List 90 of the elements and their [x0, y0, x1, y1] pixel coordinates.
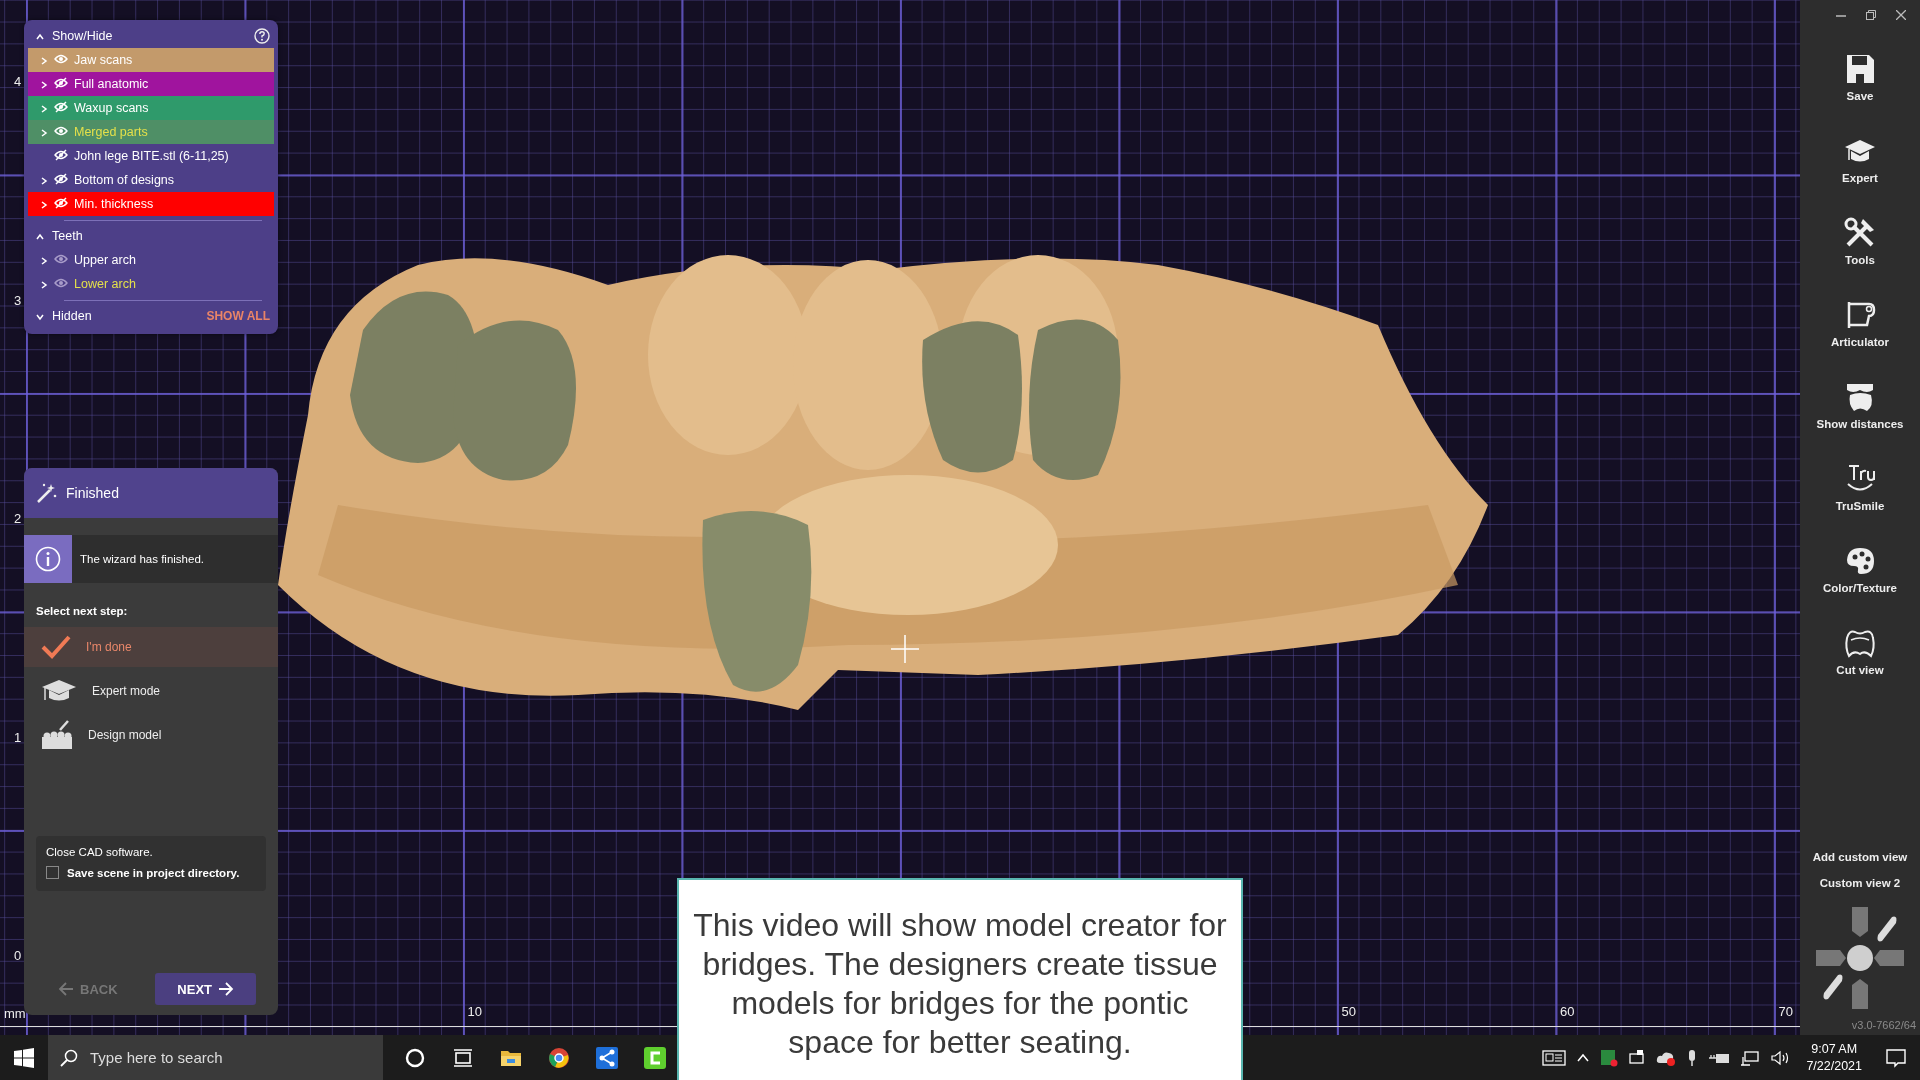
caption-text: This video will show model creator for bridges. The designers create tissue models for bridges for the pontic space for better seating. [677, 878, 1243, 1080]
section-title[interactable]: Show/Hide [52, 29, 246, 43]
checkbox-label[interactable]: Save scene in project directory. [67, 866, 240, 879]
layer-row[interactable]: Lower arch [28, 272, 274, 296]
layer-row[interactable]: Bottom of designs [28, 168, 274, 192]
toolbar-button[interactable]: TruSmile [1835, 446, 1885, 528]
share-app-icon[interactable] [595, 1045, 619, 1070]
notification-icon[interactable] [1886, 1047, 1906, 1068]
layer-row[interactable]: Upper arch [28, 248, 274, 272]
layer-label: Full anatomic [74, 77, 149, 91]
chevron-icon[interactable] [40, 129, 48, 137]
info-message: The wizard has finished. [79, 553, 204, 565]
info-icon [35, 546, 61, 572]
chevron-icon[interactable] [36, 313, 44, 321]
chevron-icon[interactable] [40, 81, 48, 89]
axis-label: 0 [14, 948, 22, 963]
axis-label: 2 [14, 511, 22, 526]
layer-label: Jaw scans [74, 53, 133, 67]
next-button[interactable]: NEXT [155, 973, 256, 1005]
help-icon[interactable] [254, 28, 270, 44]
dental-model-drawing[interactable] [278, 255, 1488, 710]
network-icon[interactable] [1740, 1048, 1761, 1067]
axis-label: 3 [14, 292, 22, 308]
layer-label: Merged parts [74, 125, 148, 139]
layer-label: Lower arch [74, 277, 136, 291]
windows-logo-icon[interactable] [14, 1047, 34, 1068]
section-title[interactable]: Teeth [52, 229, 270, 243]
layer-row[interactable]: Min. thickness [28, 192, 274, 216]
layer-label: Bottom of designs [74, 173, 175, 187]
checkbox[interactable] [46, 866, 59, 879]
note-text: Close CAD software. [46, 846, 154, 858]
prompt-label: Select next step: [36, 605, 129, 617]
toolbar-button[interactable]: Show distances [1816, 364, 1904, 446]
hidden-eye-icon[interactable] [54, 77, 68, 89]
spreadsheet-icon[interactable] [1600, 1048, 1619, 1067]
axis-label: 1 [14, 729, 22, 745]
restore-icon[interactable] [1866, 10, 1876, 20]
speaker-icon[interactable] [1770, 1048, 1791, 1067]
search-input[interactable]: Type here to search [88, 1048, 362, 1067]
hidden-eye-icon[interactable] [54, 173, 68, 185]
layer-label: Waxup scans [74, 101, 149, 115]
axis-label: 10 [467, 1004, 482, 1019]
axis-label: 60 [1560, 1004, 1575, 1019]
layer-row[interactable]: Full anatomic [28, 72, 274, 96]
toolbar-button[interactable]: Expert [1842, 118, 1878, 200]
eye-icon[interactable] [54, 253, 68, 265]
hidden-eye-icon[interactable] [54, 149, 68, 161]
next-step-option[interactable]: Design model [24, 715, 278, 755]
version-label: v3.0-7662/64 [1851, 1018, 1917, 1033]
axis-label: 70 [1778, 1004, 1793, 1019]
checkmark-icon [40, 634, 72, 660]
search-icon [60, 1048, 78, 1067]
clock-date[interactable]: 7/22/2021 [1806, 1057, 1862, 1075]
section-title[interactable]: Hidden [52, 309, 199, 323]
magic-wand-icon [36, 482, 58, 504]
wizard-title: Finished [66, 485, 119, 501]
clock-time[interactable]: 9:07 AM [1811, 1040, 1858, 1058]
eye-icon[interactable] [54, 277, 68, 289]
next-step-option[interactable]: I'm done [24, 627, 278, 667]
toolbar-button[interactable]: Cut view [1836, 610, 1884, 692]
toolbar-button[interactable]: Save [1843, 36, 1877, 118]
axis-label: 50 [1341, 1004, 1356, 1019]
layer-row[interactable]: John lege BITE.stl (6-11,25) [28, 144, 274, 168]
browser-icon[interactable] [547, 1045, 571, 1070]
chevron-icon[interactable] [40, 177, 48, 185]
model-tool-icon [40, 719, 74, 751]
chevron-icon[interactable] [36, 33, 44, 41]
next-step-option[interactable]: Expert mode [24, 671, 278, 711]
chevron-icon[interactable] [40, 281, 48, 289]
recorder-app-icon[interactable] [643, 1045, 667, 1070]
chevron-icon[interactable] [40, 257, 48, 265]
toolbar-button[interactable]: Color/Texture [1823, 528, 1897, 610]
toolbar-button[interactable]: Tools [1843, 200, 1877, 282]
layer-label: Upper arch [74, 253, 136, 267]
layer-label: John lege BITE.stl (6-11,25) [74, 149, 229, 163]
hidden-eye-icon[interactable] [54, 197, 68, 209]
arrow-right-icon [218, 982, 234, 996]
search-field[interactable]: Type here to search [48, 1035, 383, 1080]
toolbar-button[interactable]: Articulator [1830, 282, 1890, 364]
chevron-icon[interactable] [36, 233, 44, 241]
custom-view-button[interactable]: Custom view 2 [1819, 877, 1901, 889]
layer-label: Min. thickness [74, 197, 154, 211]
arrow-left-icon [58, 982, 74, 996]
unit-label: mm [4, 1006, 26, 1021]
chevron-icon[interactable] [40, 201, 48, 209]
close-icon[interactable] [1896, 10, 1906, 20]
axis-label: 4 [14, 74, 22, 89]
custom-view-button[interactable]: Add custom view [1812, 851, 1908, 863]
monitor-lock-icon[interactable] [1628, 1048, 1647, 1067]
news-icon[interactable] [1542, 1048, 1567, 1067]
